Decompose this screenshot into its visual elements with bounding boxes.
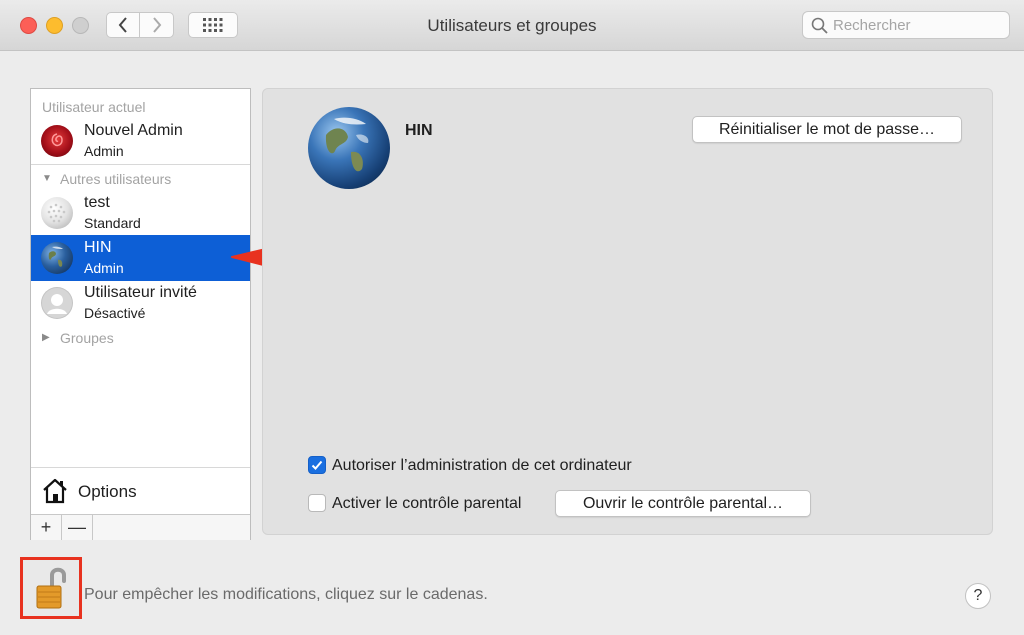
current-user-header: Utilisateur actuel xyxy=(42,99,146,115)
add-user-button[interactable]: + xyxy=(31,515,62,540)
selected-user-name: HIN xyxy=(405,122,433,139)
section-divider xyxy=(31,164,250,165)
user-role: Désactivé xyxy=(84,305,146,321)
earth-continents-icon xyxy=(48,246,63,267)
user-row-guest[interactable]: Utilisateur invité Désactivé xyxy=(31,280,250,326)
search-icon xyxy=(811,17,828,34)
users-sidebar: Utilisateur actuel Nouvel Admin Admin ▼ … xyxy=(30,88,251,540)
earth-continents-icon xyxy=(325,117,369,172)
user-role: Admin xyxy=(84,143,124,159)
user-detail-panel: HIN Réinitialiser le mot de passe… Autor… xyxy=(262,88,993,535)
user-row-hin[interactable]: HIN Admin xyxy=(31,235,250,281)
user-role: Standard xyxy=(84,215,141,231)
search-field[interactable] xyxy=(802,11,1010,39)
guest-silhouette-avatar-icon xyxy=(41,287,73,319)
allow-admin-label[interactable]: Autoriser l’administration de cet ordina… xyxy=(332,457,632,475)
search-input[interactable] xyxy=(833,12,1003,38)
golf-ball-avatar-icon xyxy=(41,197,73,229)
user-role: Admin xyxy=(84,260,124,276)
groups-header[interactable]: Groupes xyxy=(60,330,114,346)
user-name: Nouvel Admin xyxy=(84,122,183,139)
person-silhouette-icon xyxy=(42,288,72,318)
house-icon xyxy=(43,478,67,504)
help-button[interactable]: ? xyxy=(965,583,991,609)
parental-control-label[interactable]: Activer le contrôle parental xyxy=(332,495,521,513)
titlebar: Utilisateurs et groupes xyxy=(0,0,1024,51)
disclosure-triangle-expanded-icon[interactable]: ▼ xyxy=(42,173,52,184)
other-users-header: Autres utilisateurs xyxy=(60,171,172,187)
checkmark-icon xyxy=(311,460,323,470)
golf-dimples-icon xyxy=(47,203,66,223)
parental-control-checkbox[interactable] xyxy=(308,494,326,512)
user-name: HIN xyxy=(84,239,112,256)
user-row-nouvel-admin[interactable]: Nouvel Admin Admin xyxy=(31,118,250,164)
allow-admin-checkbox[interactable] xyxy=(308,456,326,474)
rose-icon xyxy=(51,133,63,147)
reset-password-button[interactable]: Réinitialiser le mot de passe… xyxy=(692,116,962,143)
unlocked-padlock-icon xyxy=(36,567,66,609)
user-row-test[interactable]: test Standard xyxy=(31,190,250,236)
system-preferences-window: Utilisateurs et groupes Utilisateur actu… xyxy=(0,0,1024,635)
earth-avatar-icon xyxy=(41,242,73,274)
minus-icon: — xyxy=(68,517,86,537)
user-name: test xyxy=(84,194,110,211)
lock-hint-text: Pour empêcher les modifications, cliquez… xyxy=(84,586,488,603)
open-parental-control-button[interactable]: Ouvrir le contrôle parental… xyxy=(555,490,811,517)
options-label: Options xyxy=(78,482,137,501)
plus-icon: + xyxy=(40,517,52,537)
disclosure-triangle-collapsed-icon[interactable]: ▶ xyxy=(42,332,50,343)
options-button[interactable]: Options xyxy=(31,467,250,514)
lock-button[interactable] xyxy=(20,557,82,619)
remove-user-button[interactable]: — xyxy=(62,515,93,540)
red-rose-avatar-icon xyxy=(41,125,73,157)
user-name: Utilisateur invité xyxy=(84,284,197,301)
add-remove-bar: + — xyxy=(31,514,250,540)
earth-avatar-large-icon[interactable] xyxy=(308,107,390,189)
